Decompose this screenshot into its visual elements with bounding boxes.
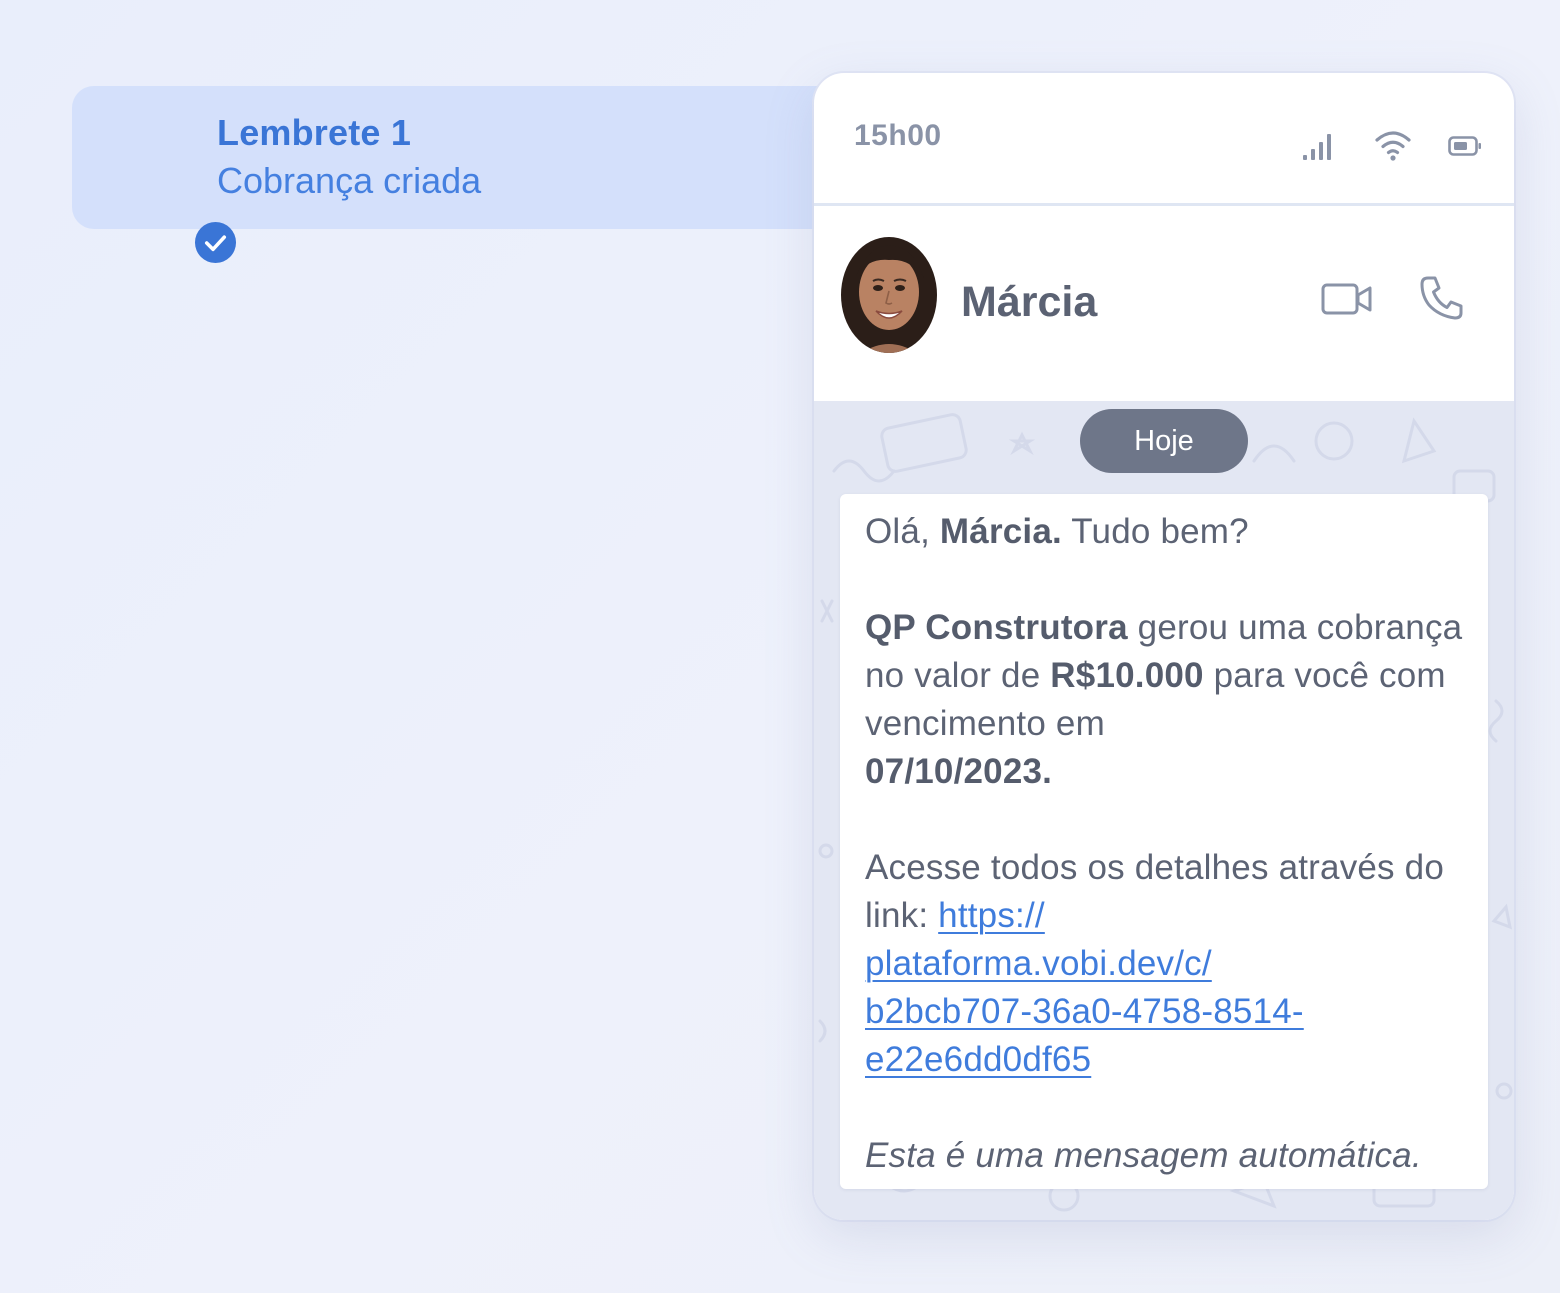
automatic-message-note: Esta é uma mensagem automática.: [865, 1136, 1422, 1175]
signal-icon: [1303, 134, 1331, 160]
reminder-subtitle: Cobrança criada: [217, 160, 482, 201]
check-circle-icon: [194, 221, 237, 264]
wifi-icon: [1375, 131, 1411, 161]
chat-header: Márcia: [814, 206, 1514, 401]
avatar[interactable]: [840, 236, 938, 354]
charge-amount: R$10.000: [1050, 656, 1204, 695]
battery-icon: [1448, 136, 1481, 156]
message-bubble: Olá, Márcia. Tudo bem? QP Construtora ge…: [840, 494, 1488, 1189]
contact-name: Márcia: [961, 278, 1098, 326]
link-paragraph: Acesse todos os detalhes através do link…: [865, 848, 1445, 1079]
date-separator: Hoje: [1080, 409, 1248, 473]
phone-call-icon[interactable]: [1418, 274, 1464, 322]
charge-paragraph: QP Construtora gerou uma cobrança no val…: [865, 608, 1463, 791]
video-call-icon[interactable]: [1320, 278, 1376, 320]
message-text: Olá, Márcia. Tudo bem? QP Construtora ge…: [865, 508, 1475, 1180]
chat-area: Hoje Olá, Márcia. Tudo bem? QP Construto…: [814, 401, 1514, 1220]
company-name: QP Construtora: [865, 608, 1128, 647]
due-date: 07/10/2023.: [865, 752, 1053, 791]
phone-mockup: 15h00 Márcia Hoje Olá, Márcia. Tudo bem?…: [814, 73, 1514, 1220]
greeting-name: Márcia.: [939, 512, 1062, 551]
reminder-title: Lembrete 1: [217, 112, 412, 153]
status-bar: 15h00: [814, 73, 1514, 206]
greeting-line: Olá, Márcia. Tudo bem?: [865, 512, 1249, 551]
reminder-card[interactable]: Lembrete 1 Cobrança criada: [72, 86, 852, 264]
status-time: 15h00: [854, 119, 942, 152]
